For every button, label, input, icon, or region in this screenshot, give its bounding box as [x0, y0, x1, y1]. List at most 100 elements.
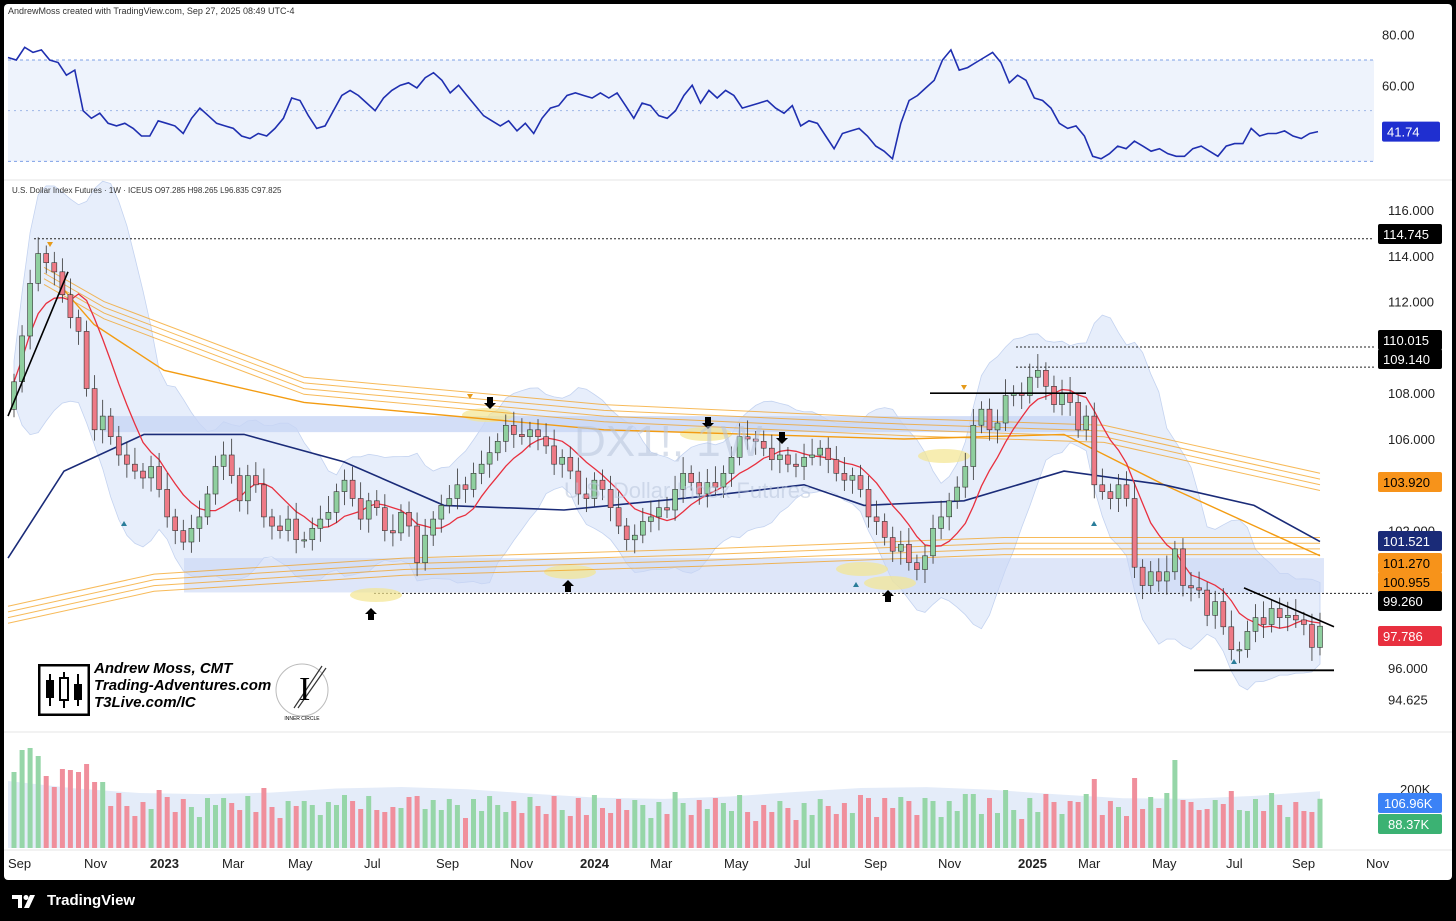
candle-body [865, 489, 872, 518]
volume-bar [1140, 809, 1146, 848]
candle-body [67, 294, 74, 318]
volume-bar [398, 808, 404, 848]
symbol-info: U.S. Dollar Index Futures · 1W · ICEUS O… [12, 186, 282, 195]
volume-bar [463, 818, 468, 848]
volume-bar [454, 805, 460, 848]
symbol-watermark: DX1!, 1W [574, 417, 763, 466]
time-axis-label: Mar [1078, 856, 1101, 871]
time-axis-label: Jul [794, 856, 811, 871]
volume-bar [551, 796, 557, 848]
inner-circle-text: INNER CIRCLE [284, 716, 320, 722]
candle-body [656, 507, 662, 518]
volume-bar [874, 817, 880, 848]
candle-body [1236, 649, 1243, 652]
candle-body [381, 507, 388, 531]
candle-body [1301, 619, 1307, 625]
volume-bar [1059, 814, 1065, 848]
volume-bar [656, 802, 662, 848]
volume-bar [793, 820, 799, 848]
highlight-marker [544, 565, 596, 579]
volume-bar [519, 813, 525, 848]
volume-bar [1236, 810, 1242, 848]
volume-bar [406, 797, 412, 848]
candle-body [486, 452, 493, 465]
tradingview-brand[interactable]: TradingView [12, 892, 135, 909]
volume-bar [67, 770, 73, 848]
time-axis-label: May [288, 856, 313, 871]
volume-bar [987, 798, 992, 848]
volume-bar [1075, 802, 1081, 848]
candle-body [325, 511, 332, 520]
price-tag-label: 101.521 [1383, 534, 1430, 549]
candle-body [1188, 585, 1194, 589]
time-axis-label: Nov [84, 856, 108, 871]
volume-bar [962, 794, 968, 848]
candle-body [994, 422, 1001, 431]
volume-bar [27, 748, 33, 848]
candle-body [317, 518, 324, 529]
candle-body [132, 463, 138, 472]
candle-body [664, 507, 670, 511]
volume-bar [833, 814, 839, 848]
volume-bar [761, 805, 767, 848]
candle-body [422, 534, 428, 564]
volume-bar [1116, 807, 1121, 848]
volume-bar [108, 806, 114, 848]
volume-bar [866, 798, 871, 848]
volume-bar [156, 790, 162, 848]
volume-bar [414, 796, 420, 848]
volume-bar [608, 813, 614, 848]
time-axis-label: Nov [510, 856, 534, 871]
candle-body [341, 479, 348, 492]
volume-bar [342, 795, 347, 848]
svg-text:I: I [299, 671, 310, 708]
volume-bar [1019, 819, 1025, 848]
candle-body [236, 475, 243, 502]
candle-body [1002, 395, 1009, 424]
volume-bar [970, 794, 976, 848]
candle-body [301, 539, 308, 542]
candle-body [543, 436, 549, 447]
volume-bar [1156, 808, 1162, 848]
candle-body [567, 456, 574, 472]
volume-bar [1027, 798, 1033, 848]
tradingview-logo-icon [12, 894, 35, 908]
volume-bar [801, 803, 807, 848]
candle-body [446, 498, 453, 506]
candle-body [768, 447, 775, 461]
time-axis-label: 2025 [1018, 856, 1047, 871]
tradingview-label: TradingView [47, 892, 136, 909]
price-tick-label: 96.000 [1388, 661, 1428, 676]
volume-bar [898, 797, 904, 848]
volume-bar [269, 807, 275, 848]
candle-body [777, 454, 783, 460]
volume-bar [817, 799, 823, 848]
candle-body [1268, 608, 1275, 625]
volume-bar [954, 811, 960, 848]
candle-body [527, 429, 533, 437]
volume-bar [600, 808, 605, 848]
candle-body [1059, 392, 1065, 405]
chart-frame[interactable]: 80.00 60.00 41.74 DX1!, 1W U.S. Dollar Index… [4, 4, 1452, 880]
price-tick-label: 116.000 [1388, 203, 1434, 218]
volume-bar [938, 817, 944, 848]
time-axis-label: May [724, 856, 749, 871]
volume-bar [358, 809, 364, 848]
volume-bar [213, 805, 218, 848]
volume-bar [632, 800, 638, 848]
chart-canvas[interactable]: 80.00 60.00 41.74 DX1!, 1W U.S. Dollar Index… [4, 4, 1452, 880]
volume-bar [777, 801, 783, 848]
volume-bar [1107, 801, 1113, 848]
candle-body [398, 511, 404, 534]
candle-body [196, 516, 203, 529]
candle-body [930, 527, 936, 557]
volume-bar [737, 795, 743, 848]
volume-bar [720, 803, 726, 848]
candle-body [535, 429, 541, 437]
time-axis-label: Sep [864, 856, 887, 871]
author-site: Trading-Adventures.com [94, 677, 272, 694]
volume-bar [1011, 810, 1017, 848]
candle-body [785, 454, 791, 465]
volume-bar [132, 816, 138, 848]
volume-bar [559, 810, 565, 848]
